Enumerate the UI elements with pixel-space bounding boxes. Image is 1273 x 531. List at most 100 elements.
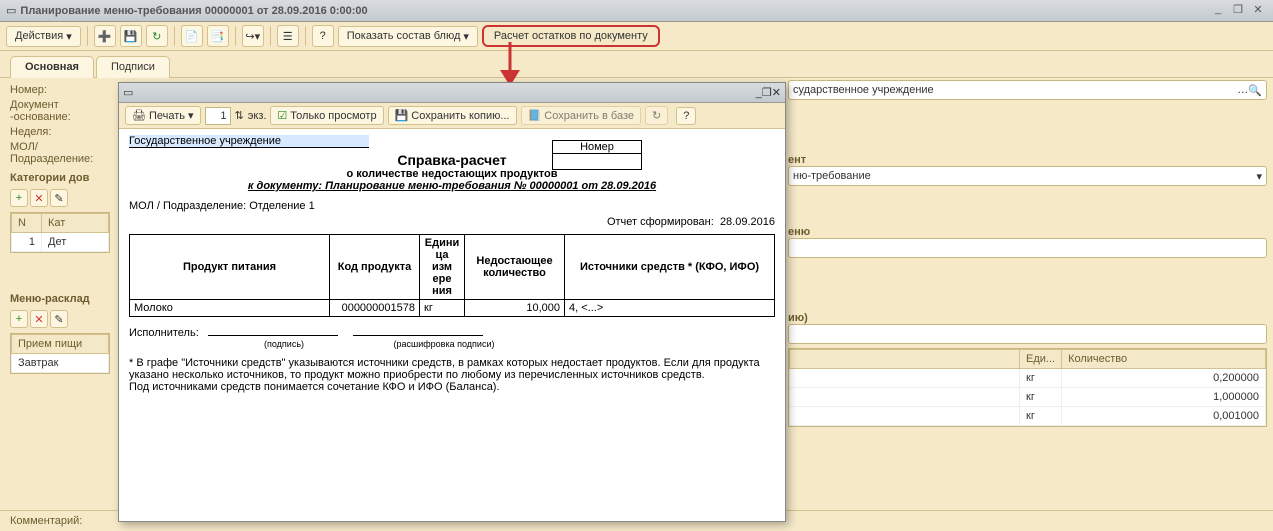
select-button[interactable]: …	[1237, 84, 1248, 96]
categories-toolbar: + ✕ ✎	[10, 187, 110, 209]
th-missing: Недостающее количество	[465, 235, 565, 300]
cell-sources: 4, <...>	[565, 300, 775, 317]
mol-label: МОЛ/ Подразделение:	[10, 141, 110, 165]
executor-label: Исполнитель:	[129, 327, 199, 339]
exz-label: экз.	[248, 110, 267, 122]
iu-label: ию)	[788, 312, 1267, 324]
main-toolbar: Действия ▾ ➕ 💾 ↻ 📄 📑 ↪▾ ☰ ? Показать сос…	[0, 22, 1273, 51]
table-row: кг0,200000	[790, 369, 1266, 388]
edit-row-button[interactable]: ✎	[50, 189, 68, 207]
print-preview-window: ▭ _ ❐ ✕ 🖨 Печать ▾ 1 ⇅ экз. ☑ Только про…	[118, 82, 786, 522]
doc2-icon[interactable]: 📑	[207, 25, 229, 47]
delete-row-button-2[interactable]: ✕	[30, 310, 48, 328]
org-field[interactable]: сударственное учреждение … 🔍	[788, 80, 1267, 100]
save-db-label: Сохранить в базе	[544, 110, 634, 122]
doc-footnote: * В графе "Источники средств" указываютс…	[129, 357, 775, 393]
cell-missing: 10,000	[465, 300, 565, 317]
categories-section: Категории дов	[10, 172, 110, 184]
chevron-down-icon: ▾	[66, 30, 72, 43]
add-row-button-2[interactable]: +	[10, 310, 28, 328]
th-sources: Источники средств * (КФО, ИФО)	[565, 235, 775, 300]
nav-icon[interactable]: ↪▾	[242, 25, 264, 47]
checkbox-icon: ☑	[277, 109, 287, 122]
print-label: Печать	[149, 110, 185, 122]
iu-field[interactable]	[788, 324, 1267, 344]
cell-unit: кг	[420, 300, 465, 317]
unit-cell: кг	[1020, 407, 1062, 426]
th-product: Продукт питания	[130, 235, 330, 300]
window-close-button[interactable]: ✕	[1249, 3, 1267, 19]
window-restore-button[interactable]: ❐	[1229, 3, 1247, 19]
report-document: Государственное учреждение Номер Справка…	[119, 129, 785, 521]
window-title: Планирование меню-требования 00000001 от…	[20, 5, 1209, 17]
popup-restore-button[interactable]: ❐	[762, 86, 772, 99]
search-icon[interactable]: 🔍	[1248, 84, 1262, 97]
save-icon: 💾	[395, 109, 409, 122]
printer-icon: 🖨	[132, 109, 146, 122]
right-form: сударственное учреждение … 🔍 ент ню-треб…	[788, 80, 1267, 427]
tab-bar: Основная Подписи	[0, 51, 1273, 78]
cell-cat[interactable]: Дет	[42, 233, 109, 252]
view-only-label: Только просмотр	[290, 110, 376, 122]
th-unit: Едини ца изм ере ния	[420, 235, 465, 300]
formed-label: Отчет сформирован:	[607, 216, 714, 228]
tab-signatures[interactable]: Подписи	[96, 56, 170, 78]
col-qty: Количество	[1062, 350, 1266, 369]
refresh-icon[interactable]: ↻	[146, 25, 168, 47]
form-area: Номер: Документ -основание: Неделя: МОЛ/…	[0, 78, 120, 380]
menu-field[interactable]	[788, 238, 1267, 258]
unit-cell: кг	[1020, 369, 1062, 388]
view-only-button[interactable]: ☑ Только просмотр	[270, 106, 383, 125]
dropdown-icon[interactable]: ▾	[1256, 170, 1262, 183]
tab-main[interactable]: Основная	[10, 56, 94, 78]
formed-date: 28.09.2016	[720, 216, 775, 228]
save-db-button[interactable]: 📘 Сохранить в базе	[521, 106, 641, 125]
chevron-down-icon: ▾	[188, 109, 194, 122]
menu-rasklad-section: Меню-расклад	[10, 293, 110, 305]
list-icon[interactable]: ☰	[277, 25, 299, 47]
meals-grid[interactable]: Прием пищи Завтрак	[10, 333, 110, 374]
save-copy-button[interactable]: 💾 Сохранить копию...	[388, 106, 517, 125]
copies-input[interactable]: 1	[205, 107, 231, 125]
edit-row-button-2[interactable]: ✎	[50, 310, 68, 328]
show-composition-button[interactable]: Показать состав блюд ▾	[338, 26, 478, 47]
save-icon[interactable]: 💾	[120, 25, 142, 47]
actions-menu[interactable]: Действия ▾	[6, 26, 81, 47]
delete-row-button[interactable]: ✕	[30, 189, 48, 207]
doc-nomer-label: Номер	[553, 141, 641, 154]
menu-label: еню	[788, 226, 1267, 238]
window-min-button[interactable]: _	[1209, 3, 1227, 19]
cell-n[interactable]: 1	[12, 233, 42, 252]
col-cat: Кат	[42, 214, 109, 233]
ent-field[interactable]: ню-требование ▾	[788, 166, 1267, 186]
save-copy-label: Сохранить копию...	[411, 110, 509, 122]
doc-number-box: Номер	[552, 140, 642, 170]
help-button[interactable]: ?	[676, 107, 696, 125]
print-button[interactable]: 🖨 Печать ▾	[125, 106, 201, 125]
reload-button[interactable]: ↻	[645, 106, 668, 125]
qty-cell[interactable]: 1,000000	[1062, 388, 1266, 407]
table-row: кг0,001000	[790, 407, 1266, 426]
copies-spinner[interactable]: ⇅	[235, 109, 244, 122]
ent-value: ню-требование	[793, 170, 871, 182]
calc-remainders-button[interactable]: Расчет остатков по документу	[482, 25, 660, 47]
db-icon: 📘	[528, 109, 542, 122]
cell-code: 000000001578	[330, 300, 420, 317]
doc-reference: к документу: Планирование меню-требовани…	[129, 180, 775, 192]
popup-close-button[interactable]: ✕	[772, 86, 781, 99]
add-row-button[interactable]: +	[10, 189, 28, 207]
qty-cell[interactable]: 0,200000	[1062, 369, 1266, 388]
number-label: Номер:	[10, 84, 110, 96]
qty-cell[interactable]: 0,001000	[1062, 407, 1266, 426]
categories-grid[interactable]: N Кат 1 Дет	[10, 212, 110, 253]
help-icon[interactable]: ?	[312, 25, 334, 47]
doc-icon: ▭	[123, 86, 133, 99]
chevron-down-icon: ▾	[463, 30, 469, 43]
qty-grid[interactable]: Еди... Количество кг0,200000 кг1,000000 …	[788, 348, 1267, 427]
new-icon[interactable]: ➕	[94, 25, 116, 47]
cell-meal[interactable]: Завтрак	[12, 354, 109, 373]
org-value: сударственное учреждение	[793, 84, 934, 96]
comment-label: Комментарий:	[10, 515, 110, 527]
table-row: Молоко 000000001578 кг 10,000 4, <...>	[130, 300, 775, 317]
doc1-icon[interactable]: 📄	[181, 25, 203, 47]
